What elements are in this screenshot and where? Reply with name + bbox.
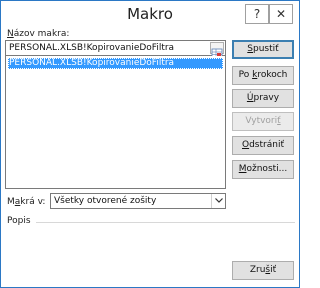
run-button[interactable]: Spustiť xyxy=(232,40,294,59)
collapse-dialog-icon[interactable] xyxy=(210,42,224,58)
edit-button[interactable]: Úpravy xyxy=(232,89,294,108)
macro-dialog: Makro ? ✕ Názov makra: PERSONAL.XLSB!Kop… xyxy=(0,0,300,288)
options-button[interactable]: Možnosti... xyxy=(232,160,294,179)
macros-in-value: Všetky otvorené zošity xyxy=(54,196,157,206)
macro-name-label: Názov makra: xyxy=(7,29,70,39)
close-button[interactable]: ✕ xyxy=(269,4,293,24)
create-button[interactable]: Vytvoriť xyxy=(232,112,294,131)
delete-button[interactable]: Odstrániť xyxy=(232,136,294,155)
cancel-button[interactable]: Zrušiť xyxy=(232,261,294,280)
list-item[interactable]: PERSONAL.XLSB!KopirovanieDoFiltra xyxy=(8,58,223,69)
macros-in-label: Makrá v: xyxy=(7,197,46,207)
description-divider xyxy=(36,222,295,223)
step-into-button[interactable]: Po krokoch xyxy=(232,66,294,85)
macro-list[interactable]: PERSONAL.XLSB!KopirovanieDoFiltra xyxy=(5,56,226,189)
description-label: Popis xyxy=(7,216,31,226)
help-button[interactable]: ? xyxy=(245,4,269,24)
chevron-down-icon[interactable] xyxy=(211,194,225,208)
macros-in-select[interactable]: Všetky otvorené zošity xyxy=(50,193,226,209)
macro-name-input[interactable]: PERSONAL.XLSB!KopirovanieDoFiltra xyxy=(5,40,226,58)
macro-name-value: PERSONAL.XLSB!KopirovanieDoFiltra xyxy=(9,43,175,53)
title-bar: Makro ? ✕ xyxy=(1,1,299,30)
